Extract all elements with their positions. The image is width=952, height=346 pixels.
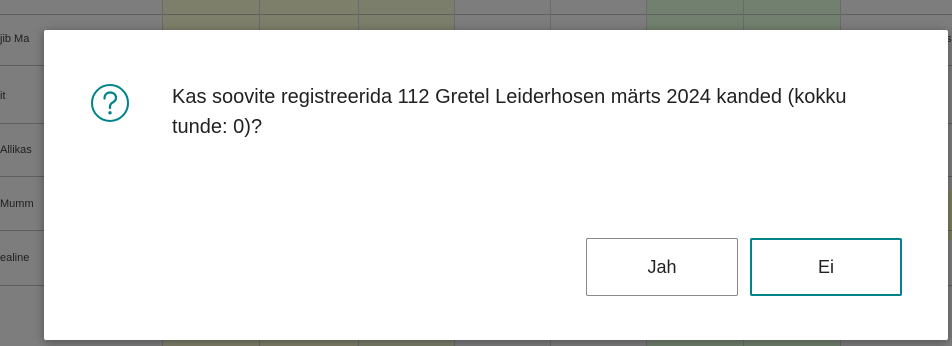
bg-row-label: it (0, 90, 6, 102)
confirmation-dialog: Kas soovite registreerida 112 Gretel Lei… (44, 30, 948, 340)
bg-row-label: jib Ma (0, 33, 30, 45)
bg-row-label: ealine (0, 252, 30, 264)
question-circle-icon (90, 83, 130, 123)
dialog-message: Kas soovite registreerida 112 Gretel Lei… (172, 86, 847, 138)
yes-button[interactable]: Jah (586, 238, 738, 296)
no-button[interactable]: Ei (750, 238, 902, 296)
bg-row-line (0, 14, 952, 15)
bg-row-label: Allikas (0, 144, 32, 156)
bg-cell-highlight (948, 190, 952, 240)
bg-row-label: Mumm (0, 198, 34, 210)
